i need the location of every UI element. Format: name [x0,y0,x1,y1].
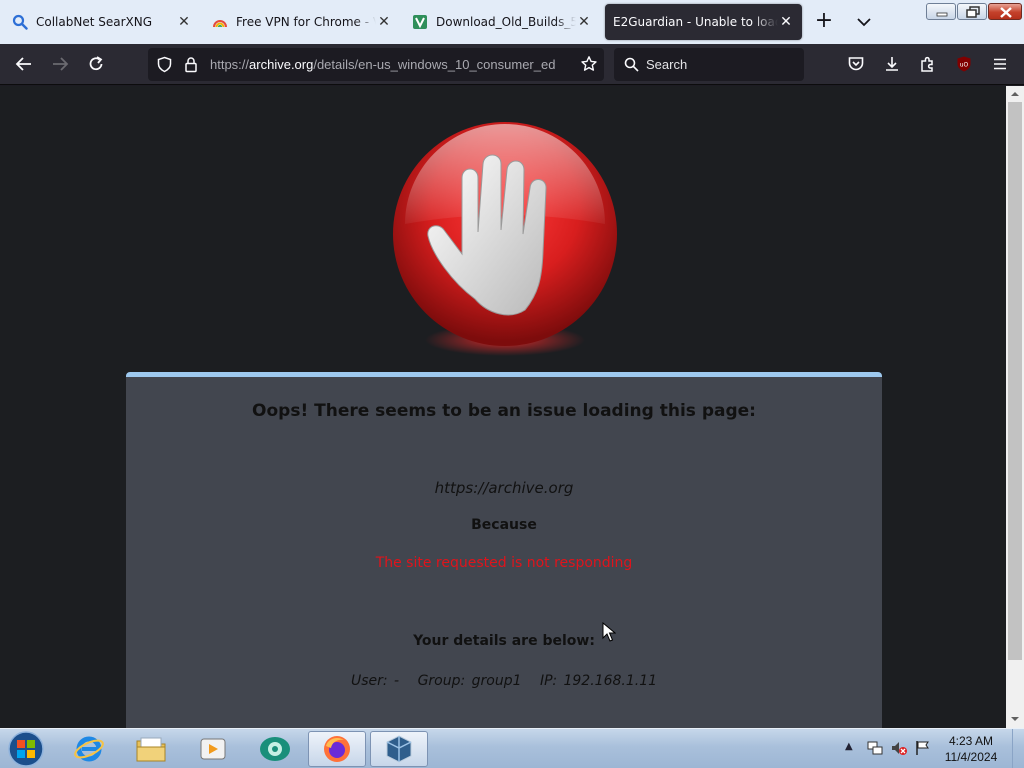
download-icon [886,57,898,71]
close-icon[interactable]: ✕ [576,14,592,30]
start-button[interactable] [6,730,46,768]
search-bar[interactable]: Search [614,48,804,81]
close-window-button[interactable] [988,3,1022,20]
reload-button[interactable] [84,52,108,76]
scroll-down-arrow-icon[interactable] [1011,716,1019,722]
user-details: User: - Group: group1 IP: 192.168.1.11 [126,673,882,689]
system-clock[interactable]: 4:23 AM 11/4/2024 [936,733,1006,765]
url-bar[interactable]: https://archive.org/details/en-us_window… [148,48,604,81]
windows-taskbar: ▲ 4:23 AM 11/4/2024 [0,728,1024,768]
media-player-icon [200,738,226,760]
rainbow-icon [212,14,228,30]
taskbar-file-explorer[interactable] [122,731,180,767]
forward-arrow-icon [53,57,69,71]
folder-icon [136,737,166,762]
stop-hand-icon [393,122,617,356]
ublock-origin-icon: uO [957,56,971,72]
page-content: Oops! There seems to be an issue loading… [0,86,1006,728]
star-bookmark-icon[interactable] [580,55,598,73]
downloads-button[interactable] [880,52,904,76]
blocked-url: https://archive.org [434,479,574,497]
clock-time: 4:23 AM [948,734,994,748]
virtualbox-icon [386,735,412,763]
close-icon[interactable]: ✕ [176,14,192,30]
restore-icon [966,6,980,18]
group-value: Group: group1 [417,673,522,689]
search-icon [624,57,639,72]
menu-button[interactable] [988,52,1012,76]
minimize-button[interactable] [926,3,956,20]
tab-e2guardian[interactable]: E2Guardian - Unable to load we ✕ [605,4,802,40]
restore-button[interactable] [957,3,987,20]
hamburger-menu-icon [994,58,1006,70]
minimize-icon [936,12,948,17]
tab-title: CollabNet SearXNG [36,15,153,29]
tab-title: E2Guardian - Unable to load we [613,15,778,29]
close-icon[interactable]: ✕ [376,14,392,30]
shield-icon[interactable] [156,56,173,73]
clock-date: 11/4/2024 [944,750,998,764]
taskbar-media-player[interactable] [184,731,242,767]
close-icon [1000,7,1012,18]
pocket-button[interactable] [844,52,868,76]
ublock-button[interactable]: uO [952,52,976,76]
new-tab-button[interactable]: + [812,10,836,34]
search-placeholder: Search [646,57,688,72]
taskbar-internet-explorer[interactable] [60,731,118,767]
block-reason: The site requested is not responding [375,555,633,571]
lock-icon[interactable] [184,56,198,73]
error-panel: Oops! There seems to be an issue loading… [126,372,882,728]
taskbar-firefox[interactable] [308,731,366,767]
list-all-tabs-button[interactable] [852,12,876,32]
show-hidden-icons-button[interactable]: ▲ [845,741,853,752]
tab-download-old-builds[interactable]: Download_Old_Builds_5_2 ✕ [404,4,600,40]
chevron-down-icon [857,18,871,27]
taskbar-virtualbox[interactable] [370,731,428,767]
tab-title: Download_Old_Builds_5_2 [436,15,576,29]
tab-title: Free VPN for Chrome - VPN [236,15,376,29]
ip-value: IP: 192.168.1.11 [540,673,658,689]
puzzle-icon [921,56,933,72]
close-icon[interactable]: ✕ [778,14,794,30]
navigation-toolbar: https://archive.org/details/en-us_window… [0,44,1024,85]
internet-explorer-icon [74,736,104,762]
action-center-flag-icon[interactable] [914,739,932,757]
firefox-icon [324,736,350,762]
back-arrow-icon [15,57,31,71]
search-icon [12,14,28,30]
url-prefix: https:// [210,57,250,72]
reload-icon [89,56,103,71]
url-host: archive.org [249,57,314,72]
tab-strip: CollabNet SearXNG ✕ Free VPN for Chrome … [0,0,1024,44]
scroll-up-arrow-icon[interactable] [1011,91,1019,97]
network-icon[interactable] [866,739,884,757]
extensions-button[interactable] [916,52,940,76]
because-label: Because [471,517,537,533]
details-heading: Your details are below: [413,633,595,649]
pocket-icon [848,57,864,71]
mouse-cursor-icon [602,622,616,642]
back-button[interactable] [12,52,36,76]
show-desktop-button[interactable] [1012,729,1024,768]
vs-icon [412,14,428,30]
vertical-scrollbar[interactable] [1006,86,1024,728]
volume-muted-icon[interactable] [890,739,908,757]
forward-button[interactable] [48,52,72,76]
url-text[interactable]: https://archive.org/details/en-us_window… [210,57,574,72]
url-path: /details/en-us_windows_10_consumer_ed [313,57,556,72]
user-value: User: - [350,673,400,689]
error-heading: Oops! There seems to be an issue loading… [252,401,756,421]
app-icon [260,737,290,761]
tab-free-vpn[interactable]: Free VPN for Chrome - VPN ✕ [204,4,400,40]
scrollbar-thumb[interactable] [1008,102,1022,660]
svg-text:uO: uO [960,62,969,69]
taskbar-app-teal[interactable] [246,731,304,767]
tab-collabnet-searxng[interactable]: CollabNet SearXNG ✕ [4,4,200,40]
